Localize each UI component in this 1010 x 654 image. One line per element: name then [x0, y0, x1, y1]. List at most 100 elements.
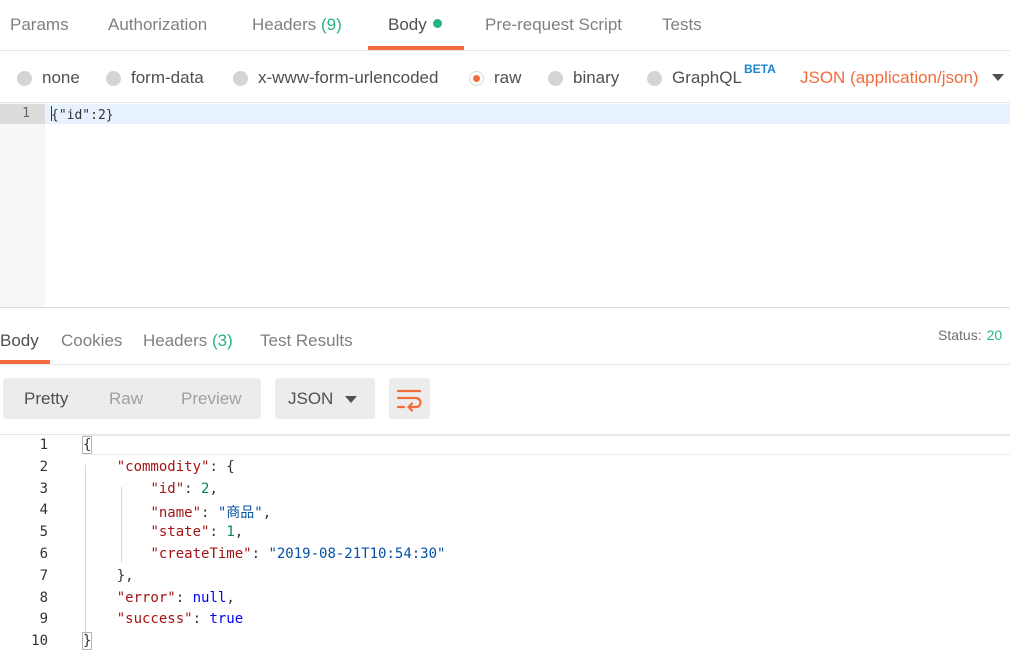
json-key: "name": [150, 505, 202, 522]
tab-tests[interactable]: Tests: [662, 15, 702, 35]
chevron-down-icon: [345, 396, 357, 403]
json-punct: ,: [234, 524, 244, 541]
json-bracket: {: [81, 436, 93, 454]
response-tab-test-results[interactable]: Test Results: [260, 331, 353, 351]
headers-count-badge: (9): [321, 15, 342, 34]
tab-label: Params: [10, 15, 69, 34]
tab-headers[interactable]: Headers (9): [252, 15, 342, 35]
tab-label: Body: [388, 15, 427, 34]
json-punct: :: [184, 480, 202, 497]
response-body-viewer[interactable]: 1 {2 "commodity": {3 "id": 2, 4 "name": "商…: [0, 434, 1010, 654]
tab-label: Cookies: [61, 331, 123, 350]
tab-label: Headers: [143, 331, 208, 350]
line-number: 5: [39, 524, 48, 541]
radio-form-data[interactable]: form-data: [106, 66, 204, 90]
active-line-highlight: [45, 104, 1010, 124]
response-tab-headers[interactable]: Headers (3): [143, 331, 233, 351]
code-line: "commodity": {: [83, 459, 235, 475]
radio-circle[interactable]: [106, 70, 121, 86]
json-bracket: }: [81, 632, 93, 651]
tab-label: Headers: [252, 15, 317, 34]
code-line: "id": 2,: [83, 480, 218, 497]
json-key: "createTime": [150, 546, 252, 562]
radio-graphql[interactable]: GraphQL: [647, 66, 742, 90]
json-keyword: true: [209, 611, 244, 628]
json-punct: ,: [262, 505, 272, 522]
line-number: 10: [31, 633, 48, 650]
format-label: JSON: [288, 389, 334, 408]
pretty-button[interactable]: Pretty: [24, 389, 68, 409]
request-body-editor[interactable]: 1 {"id":2}: [0, 102, 1010, 308]
line-number: 1: [39, 437, 48, 453]
json-key: "id": [150, 480, 185, 497]
request-tabs: Params Authorization Headers (9) Body Pr…: [0, 0, 1010, 51]
json-punct: ,: [209, 480, 218, 497]
radio-circle[interactable]: [647, 70, 662, 86]
response-tabs: Body Cookies Headers (3) Test Results St…: [0, 309, 1010, 365]
tab-label: Pre-request Script: [485, 15, 622, 34]
json-string: "2019-08-21T10:54:30": [268, 546, 446, 562]
radio-circle[interactable]: [233, 70, 248, 86]
json-bracket: },: [116, 567, 134, 584]
radio-label: GraphQL: [672, 68, 742, 87]
json-key: "state": [150, 524, 210, 541]
json-punct: :: [175, 589, 193, 606]
radio-label: form-data: [131, 68, 204, 87]
radio-label: none: [42, 68, 80, 87]
radio-circle[interactable]: [548, 70, 563, 86]
tab-label: Authorization: [108, 15, 208, 34]
tab-label: Body: [0, 331, 39, 350]
line-number: 6: [39, 546, 48, 562]
preview-button[interactable]: Preview: [181, 389, 241, 409]
line-number: 3: [39, 480, 48, 497]
json-punct: :: [209, 524, 227, 541]
json-punct: :: [192, 611, 210, 628]
response-tab-body[interactable]: Body: [0, 331, 39, 351]
code-line: "name": "商品",: [83, 502, 271, 522]
wrap-lines-button[interactable]: [389, 378, 430, 419]
json-keyword: null: [192, 589, 227, 606]
response-tab-cookies[interactable]: Cookies: [61, 331, 122, 351]
active-line-highlight: [83, 435, 1010, 455]
active-tab-underline: [0, 360, 50, 364]
line-number: 7: [39, 567, 48, 584]
format-dropdown[interactable]: JSON: [275, 378, 375, 419]
tab-body[interactable]: Body: [388, 15, 442, 35]
radio-label: binary: [573, 68, 620, 87]
wrap-lines-icon: [396, 389, 422, 412]
radio-binary[interactable]: binary: [548, 66, 619, 90]
line-number: 1: [22, 106, 30, 121]
content-type-dropdown[interactable]: JSON (application/json): [800, 68, 979, 88]
radio-none[interactable]: none: [17, 66, 80, 90]
json-string: "商品": [217, 505, 263, 522]
code-line: "createTime": "2019-08-21T10:54:30": [83, 546, 445, 562]
tab-authorization[interactable]: Authorization: [108, 15, 207, 35]
radio-raw[interactable]: raw: [469, 66, 521, 90]
radio-x-www-form-urlencoded[interactable]: x-www-form-urlencoded: [233, 66, 438, 90]
radio-label: x-www-form-urlencoded: [258, 68, 439, 87]
radio-circle[interactable]: [17, 70, 32, 86]
body-type-selector: none form-data x-www-form-urlencoded raw…: [0, 52, 1010, 102]
body-modified-dot: [432, 19, 442, 28]
json-punct: :: [201, 505, 218, 522]
code-line: "error": null,: [83, 590, 235, 606]
code-text: {"id":2}: [51, 108, 114, 123]
json-punct: ,: [226, 589, 235, 606]
editor-gutter: [0, 103, 45, 307]
status-code: 20: [986, 327, 1003, 343]
line-number: 8: [39, 589, 48, 606]
response-status: Status: 20: [938, 327, 1002, 343]
raw-button[interactable]: Raw: [109, 389, 143, 409]
json-punct: :: [251, 546, 269, 562]
chevron-down-icon[interactable]: [992, 74, 1004, 81]
tab-pre-request-script[interactable]: Pre-request Script: [485, 15, 622, 35]
radio-circle-selected[interactable]: [469, 70, 484, 86]
request-code-line[interactable]: {"id":2}: [51, 106, 114, 123]
tab-params[interactable]: Params: [10, 15, 69, 35]
